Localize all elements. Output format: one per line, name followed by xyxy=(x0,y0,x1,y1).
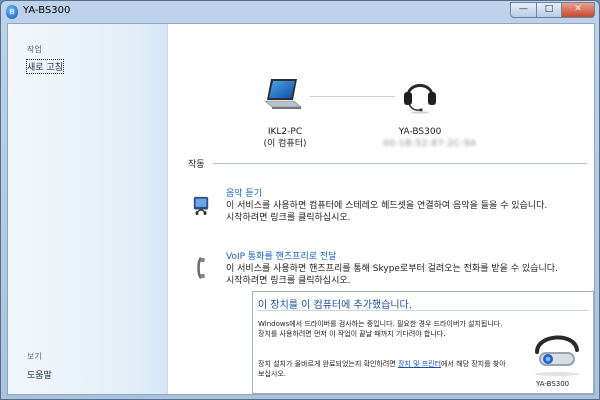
bluetooth-headset-icon xyxy=(535,335,579,376)
tasks-heading: 작업 xyxy=(27,45,42,54)
app-window: ʙ YA-BS300 — □ ✕ 작업 새로 고침 보기 도움말 IKL2-PC… xyxy=(0,0,600,400)
voip-service-link[interactable]: VoIP 통화를 핸즈프리로 전달 xyxy=(226,249,336,262)
refresh-link[interactable]: 새로 고침 xyxy=(26,59,64,74)
minimize-button[interactable]: — xyxy=(510,2,537,18)
pc-subtitle: (이 컴퓨터) xyxy=(263,139,307,149)
notification-message-2: 장치 설치가 올바르게 완료되었는지 확인하려면 장치 및 프린터에서 해당 장… xyxy=(258,359,508,379)
music-player-icon xyxy=(193,196,209,215)
notification-divider xyxy=(258,310,588,311)
notification-message: Windows에서 드라이버를 검사하는 중입니다. 필요한 경우 드라이버가 … xyxy=(258,320,503,338)
headset-name: YA-BS300 xyxy=(398,127,442,137)
phone-handset-icon xyxy=(197,257,205,279)
connection-line xyxy=(310,96,395,97)
devices-printers-link[interactable]: 장치 및 프린터 xyxy=(398,360,441,368)
bluetooth-icon: ʙ xyxy=(6,5,18,19)
laptop-icon xyxy=(264,79,302,109)
window-title: YA-BS300 xyxy=(23,5,71,16)
music-service-link[interactable]: 음악 듣기 xyxy=(226,186,262,199)
main-panel: IKL2-PC (이 컴퓨터) YA-BS300 00:1B:52:87:2C:… xyxy=(168,24,594,394)
device-added-notification: 이 장치를 이 컴퓨터에 추가했습니다. Windows에서 드라이버를 검사하… xyxy=(252,291,594,394)
notification-device-label: YA-BS300 xyxy=(536,380,570,388)
window-content: 작업 새로 고침 보기 도움말 IKL2-PC (이 컴퓨터) YA-BS300… xyxy=(7,23,595,395)
voip-service-description: 이 서비스를 사용하면 핸즈프리를 통해 Skype로부터 걸려오는 전화를 받… xyxy=(226,264,558,286)
sidebar: 작업 새로 고침 보기 도움말 xyxy=(8,24,168,394)
headset-address: 00:1B:52:87:2C:9A xyxy=(383,139,477,149)
notification-text-before: 장치 설치가 올바르게 완료되었는지 확인하려면 xyxy=(258,360,398,368)
maximize-button[interactable]: □ xyxy=(536,2,562,18)
music-service-description: 이 서비스를 사용하면 컴퓨터에 스테레오 헤드셋을 연결하여 음악을 들을 수… xyxy=(226,201,548,223)
section-divider xyxy=(213,163,587,164)
headset-icon xyxy=(404,84,436,114)
close-button[interactable]: ✕ xyxy=(561,2,595,18)
operations-heading: 작동 xyxy=(188,160,205,170)
pc-name: IKL2-PC xyxy=(267,127,303,137)
headset-device[interactable]: YA-BS300 00:1B:52:87:2C:9A xyxy=(383,126,477,150)
pc-device[interactable]: IKL2-PC (이 컴퓨터) xyxy=(260,126,310,150)
see-also-heading: 보기 xyxy=(27,352,42,361)
notification-title: 이 장치를 이 컴퓨터에 추가했습니다. xyxy=(258,300,412,311)
help-link[interactable]: 도움말 xyxy=(27,368,52,381)
title-bar[interactable]: ʙ YA-BS300 — □ ✕ xyxy=(1,1,599,23)
